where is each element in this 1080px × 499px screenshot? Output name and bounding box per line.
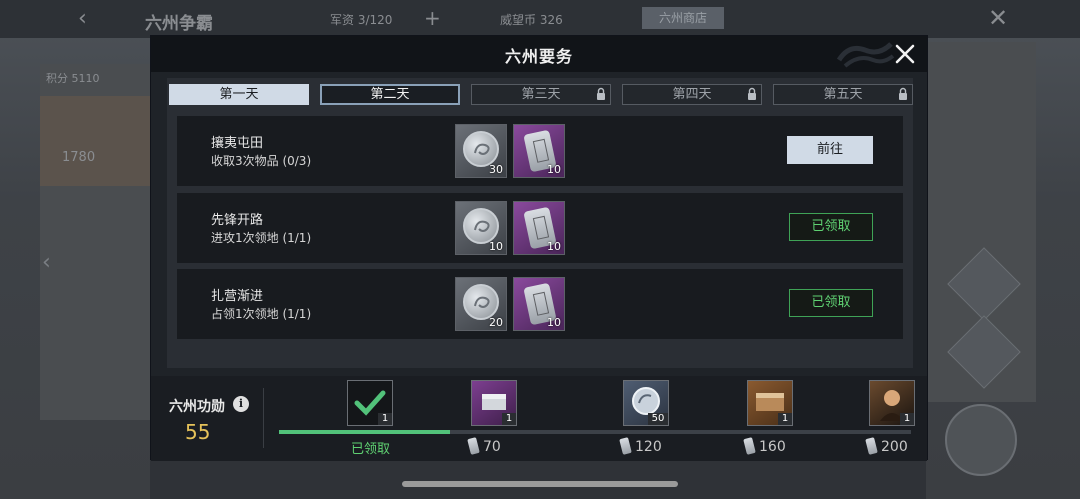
background-close-icon: ✕ <box>988 4 1009 32</box>
reward-count: 30 <box>489 163 503 176</box>
merit-progress-area: 六州功勋 i 55 1 1 50 1 1 已领取 70 120 160 200 <box>151 376 927 461</box>
task-row: 扎营渐进 占领1次领地 (1/1) 20 10 已领取 <box>177 269 903 339</box>
milestone-reward[interactable]: 1 <box>747 380 793 426</box>
merit-value: 55 <box>185 420 211 444</box>
scroll-icon <box>743 437 756 455</box>
task-title: 先锋开路 <box>211 213 264 228</box>
task-progress: 占领1次领地 (1/1) <box>211 307 312 321</box>
milestone-threshold: 200 <box>865 437 908 455</box>
milestone-threshold: 120 <box>619 437 662 455</box>
tab-label: 第五天 <box>823 87 863 102</box>
task-progress: 进攻1次领地 (1/1) <box>211 231 312 245</box>
chevron-left-icon: ‹ <box>42 250 51 275</box>
cloud-swirl-icon <box>836 42 895 68</box>
tab-label: 第三天 <box>521 87 561 102</box>
tasks-modal: 六州要务 第一天 第二天 第三天 第四天 第五天 攘夷屯田 收取3次物品 (0/… <box>150 35 928 461</box>
background-map-thumb <box>40 96 150 186</box>
close-icon[interactable] <box>891 40 919 68</box>
reward-slot[interactable]: 20 <box>455 277 507 331</box>
tab-label: 第一天 <box>219 87 259 102</box>
reward-count: 10 <box>489 240 503 253</box>
tab-day-4[interactable]: 第四天 <box>622 84 762 105</box>
milestone-threshold: 70 <box>467 437 501 455</box>
lock-icon <box>597 87 605 100</box>
task-title: 攘夷屯田 <box>211 136 264 151</box>
scroll-icon <box>865 437 878 455</box>
milestone-count: 50 <box>648 413 668 425</box>
background-stat-supplies: 军资 3/120 <box>330 13 393 27</box>
background-shop-button: 六州商店 <box>642 7 724 29</box>
reward-count: 10 <box>547 240 561 253</box>
home-indicator <box>402 481 678 487</box>
silver-coin-icon <box>463 208 499 244</box>
silver-coin-icon <box>463 284 499 320</box>
tab-day-5[interactable]: 第五天 <box>773 84 913 105</box>
day-tabs: 第一天 第二天 第三天 第四天 第五天 <box>169 84 914 106</box>
milestone-reward[interactable]: 1 <box>869 380 915 426</box>
milestone-threshold: 160 <box>743 437 786 455</box>
background-left-stat: 积分 5110 <box>46 72 100 85</box>
claimed-button[interactable]: 已领取 <box>789 213 873 241</box>
milestone-reward[interactable]: 1 <box>471 380 517 426</box>
merit-progress-fill <box>279 430 450 434</box>
reward-slot[interactable]: 10 <box>513 277 565 331</box>
modal-header: 六州要务 <box>151 36 927 72</box>
reward-slot[interactable]: 10 <box>513 124 565 178</box>
claimed-button[interactable]: 已领取 <box>789 289 873 317</box>
task-row: 先锋开路 进攻1次领地 (1/1) 10 10 已领取 <box>177 193 903 263</box>
scroll-icon <box>467 437 480 455</box>
task-title: 扎营渐进 <box>211 289 264 304</box>
merit-label: 六州功勋 <box>169 399 225 415</box>
background-round-button <box>945 404 1017 476</box>
background-footer <box>150 460 926 499</box>
background-title: 六州争霸 <box>145 14 213 34</box>
reward-count: 20 <box>489 316 503 329</box>
background-stat-currency: 威望币 326 <box>500 13 563 27</box>
tab-label: 第二天 <box>370 87 410 102</box>
merit-progress-bar <box>279 430 911 434</box>
milestone-count: 1 <box>900 413 914 425</box>
reward-count: 10 <box>547 316 561 329</box>
back-arrow-icon: ‹ <box>78 6 87 31</box>
lock-icon <box>899 87 907 100</box>
lock-icon <box>748 87 756 100</box>
background-left-value: 1780 <box>62 150 96 165</box>
modal-title: 六州要务 <box>504 47 573 66</box>
tab-label: 第四天 <box>672 87 712 102</box>
milestone-count: 1 <box>378 413 392 425</box>
scroll-icon <box>619 437 632 455</box>
tab-day-1[interactable]: 第一天 <box>169 84 309 105</box>
milestone-count: 1 <box>778 413 792 425</box>
tab-day-2[interactable]: 第二天 <box>320 84 460 105</box>
reward-slot[interactable]: 30 <box>455 124 507 178</box>
tab-day-3[interactable]: 第三天 <box>471 84 611 105</box>
milestone-count: 1 <box>502 413 516 425</box>
reward-slot[interactable]: 10 <box>513 201 565 255</box>
plus-icon: + <box>424 6 441 30</box>
milestone-label: 已领取 <box>351 442 391 457</box>
go-button[interactable]: 前往 <box>787 136 873 164</box>
milestone-reward[interactable]: 1 <box>347 380 393 426</box>
task-progress: 收取3次物品 (0/3) <box>211 154 312 168</box>
divider <box>263 388 264 448</box>
task-row: 攘夷屯田 收取3次物品 (0/3) 30 10 前往 <box>177 116 903 186</box>
milestone-reward[interactable]: 50 <box>623 380 669 426</box>
reward-slot[interactable]: 10 <box>455 201 507 255</box>
info-icon[interactable]: i <box>233 396 249 412</box>
reward-count: 10 <box>547 163 561 176</box>
silver-coin-icon <box>463 131 499 167</box>
